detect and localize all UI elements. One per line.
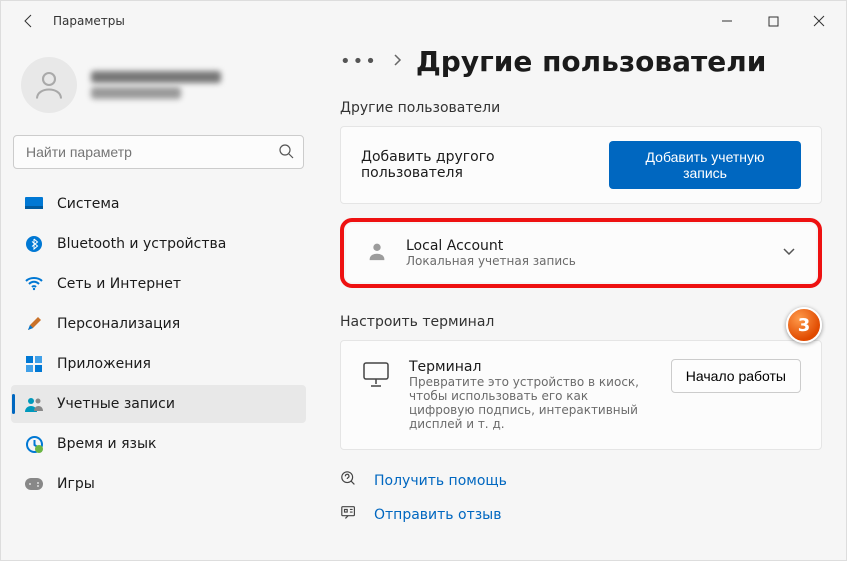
page-title: Другие пользователи — [416, 45, 766, 78]
add-user-card: Добавить другого пользователя Добавить у… — [340, 126, 822, 204]
nav-apps[interactable]: Приложения — [11, 345, 306, 383]
section-title-users: Другие пользователи — [340, 100, 822, 116]
games-icon — [25, 475, 43, 493]
feedback-icon — [340, 504, 358, 526]
nav-label: Сеть и Интернет — [57, 276, 181, 292]
nav-label: Система — [57, 196, 119, 212]
maximize-button[interactable] — [750, 5, 796, 37]
search-icon — [278, 143, 294, 163]
nav-games[interactable]: Игры — [11, 465, 306, 503]
chevron-down-icon[interactable] — [782, 245, 796, 261]
nav-label: Приложения — [57, 356, 151, 372]
nav-personalization[interactable]: Персонализация — [11, 305, 306, 343]
search-box[interactable] — [13, 135, 304, 169]
profile-block[interactable] — [9, 45, 308, 131]
time-icon — [25, 435, 43, 453]
help-link[interactable]: Получить помощь — [374, 473, 507, 489]
nav-label: Персонализация — [57, 316, 180, 332]
bluetooth-icon — [25, 235, 43, 253]
nav-label: Bluetooth и устройства — [57, 236, 226, 252]
display-icon — [25, 195, 43, 213]
breadcrumb-overflow[interactable]: ••• — [340, 51, 378, 72]
account-sub: Локальная учетная запись — [406, 254, 576, 268]
apps-icon — [25, 355, 43, 373]
feedback-link[interactable]: Отправить отзыв — [374, 507, 501, 523]
nav-accounts[interactable]: Учетные записи — [11, 385, 306, 423]
kiosk-name: Терминал — [409, 359, 653, 375]
nav-label: Учетные записи — [57, 396, 175, 412]
nav-system[interactable]: Система — [11, 185, 306, 223]
section-title-kiosk: Настроить терминал — [340, 314, 822, 330]
kiosk-desc: Превратите это устройство в киоск, чтобы… — [409, 375, 653, 431]
add-account-button[interactable]: Добавить учетную запись — [609, 141, 801, 189]
back-button[interactable] — [13, 5, 45, 37]
search-input[interactable] — [13, 135, 304, 169]
window-title: Параметры — [53, 14, 125, 28]
profile-name-blurred — [91, 71, 221, 83]
profile-email-blurred — [91, 87, 181, 99]
accounts-icon — [25, 395, 43, 413]
account-name: Local Account — [406, 238, 576, 254]
nav-bluetooth[interactable]: Bluetooth и устройства — [11, 225, 306, 263]
nav-label: Игры — [57, 476, 95, 492]
local-account-row[interactable]: Local Account Локальная учетная запись — [346, 224, 816, 282]
kiosk-card: Терминал Превратите это устройство в кио… — [340, 340, 822, 450]
avatar — [21, 57, 77, 113]
nav-network[interactable]: Сеть и Интернет — [11, 265, 306, 303]
brush-icon — [25, 315, 43, 333]
add-user-label: Добавить другого пользователя — [361, 149, 591, 181]
minimize-button[interactable] — [704, 5, 750, 37]
wifi-icon — [25, 275, 43, 293]
chevron-right-icon — [392, 53, 402, 71]
kiosk-icon — [361, 359, 391, 389]
nav-time[interactable]: Время и язык — [11, 425, 306, 463]
person-icon — [366, 240, 388, 266]
step-badge: 3 — [786, 307, 822, 343]
kiosk-start-button[interactable]: Начало работы — [671, 359, 801, 393]
highlight-frame: Local Account Локальная учетная запись — [340, 218, 822, 288]
help-icon — [340, 470, 358, 492]
nav-label: Время и язык — [57, 436, 156, 452]
close-button[interactable] — [796, 5, 842, 37]
